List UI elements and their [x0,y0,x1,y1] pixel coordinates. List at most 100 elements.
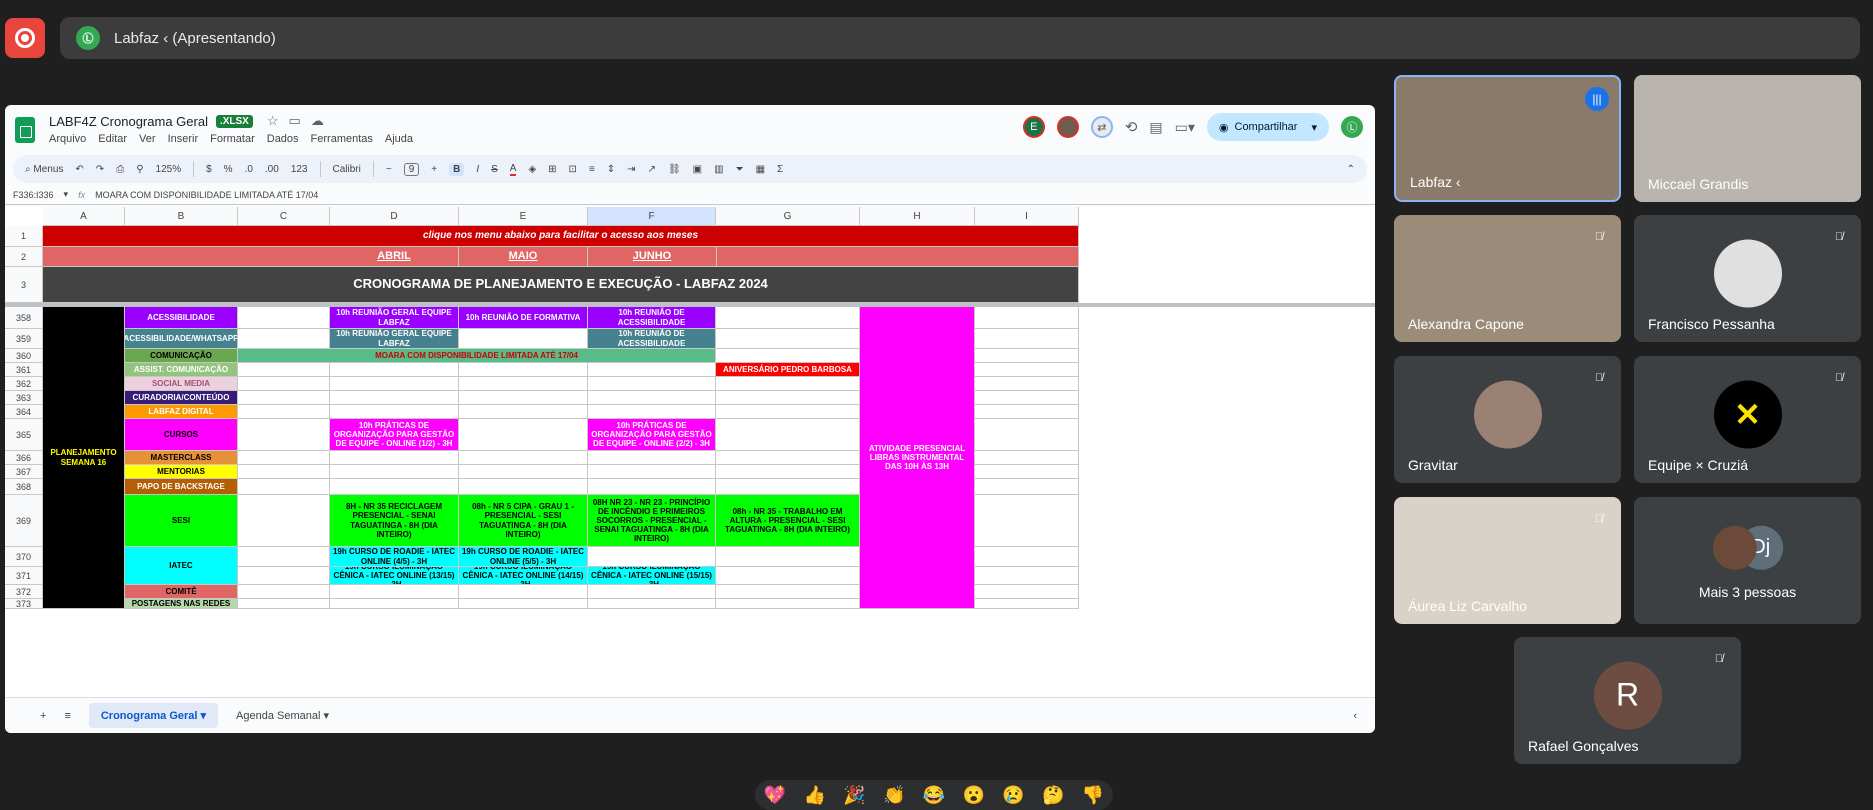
percent-button[interactable]: % [224,164,233,175]
cell-c-371[interactable] [238,567,330,585]
number-format-button[interactable]: 123 [291,164,308,175]
cell-i-368[interactable] [975,479,1079,495]
cell-g-360[interactable] [716,349,860,363]
col-header-d[interactable]: D [330,207,459,226]
cell-g-366[interactable] [716,451,860,465]
cell-e-362[interactable] [459,377,588,391]
row-label-363[interactable]: CURADORIA/CONTEÚDO [125,391,238,405]
all-sheets-icon[interactable]: ≡ [64,710,70,722]
row-header[interactable]: 368 [5,479,43,495]
cell-f-365[interactable]: 10h PRÁTICAS DE ORGANIZAÇÃO PARA GESTÃO … [588,419,716,451]
cell-g-364[interactable] [716,405,860,419]
bold-button[interactable]: B [449,162,465,176]
text-color-button[interactable]: A [509,163,517,176]
user-avatar-photo[interactable] [1056,116,1079,138]
cell-c-369[interactable] [238,495,330,547]
row-header[interactable]: 359 [5,329,43,349]
cell-g-372[interactable] [716,585,860,599]
row-header[interactable]: 364 [5,405,43,419]
cell-c-364[interactable] [238,405,330,419]
cell-f-373[interactable] [588,599,716,609]
participant-tile[interactable]: 🎙̸ Francisco Pessanha [1634,215,1861,342]
row-label-359[interactable]: ACESSIBILIDADE/WHATSAPP [125,329,238,349]
row-label-369[interactable]: SESI [125,495,238,547]
text-wrap-icon[interactable]: ⇥ [627,164,635,175]
cell-d-373[interactable] [330,599,459,609]
row-label-366[interactable]: MASTERCLASS [125,451,238,465]
menu-ver[interactable]: Ver [139,133,156,145]
cell-c-366[interactable] [238,451,330,465]
row-header[interactable]: 369 [5,495,43,547]
undo-icon[interactable]: ↶ [75,164,83,175]
cell-g-359[interactable] [716,329,860,349]
row-label-373[interactable]: POSTAGENS NAS REDES [125,599,238,609]
schedule-banner[interactable]: CRONOGRAMA DE PLANEJAMENTO E EXECUÇÃO - … [43,267,1079,303]
cell-d-369[interactable]: 8H - NR 35 RECICLAGEM PRESENCIAL - SENAI… [330,495,459,547]
row-header[interactable]: 361 [5,363,43,377]
user-avatar-e[interactable]: E [1022,116,1045,138]
text-rotate-icon[interactable]: ↗ [648,164,656,175]
cell-i-364[interactable] [975,405,1079,419]
cell-c-362[interactable] [238,377,330,391]
cell-c-372[interactable] [238,585,330,599]
font-size-input[interactable]: 9 [403,162,420,176]
col-header-i[interactable]: I [975,207,1079,226]
align-horizontal-icon[interactable]: ≡ [589,164,595,175]
row-label-367[interactable]: MENTORIAS [125,465,238,479]
row-header[interactable]: 367 [5,465,43,479]
col-header-e[interactable]: E [459,207,588,226]
font-size-plus[interactable]: + [431,164,437,175]
strikethrough-button[interactable]: S [491,164,498,175]
cell-i-360[interactable] [975,349,1079,363]
cell-f-364[interactable] [588,405,716,419]
cell-d-364[interactable] [330,405,459,419]
cell-i-362[interactable] [975,377,1079,391]
row-header[interactable]: 371 [5,567,43,585]
participant-tile[interactable]: Dj Mais 3 pessoas [1634,497,1861,624]
cell-d-372[interactable] [330,585,459,599]
italic-button[interactable]: I [476,164,479,175]
cell-f-367[interactable] [588,465,716,479]
row-label-368[interactable]: PAPO DE BACKSTAGE [125,479,238,495]
cell-c-361[interactable] [238,363,330,377]
row-header[interactable]: 365 [5,419,43,451]
borders-icon[interactable]: ⊞ [548,164,556,175]
merge-cells-icon[interactable]: ⊡ [569,164,577,175]
cell-f-359[interactable]: 10h REUNIÃO DE ACESSIBILIDADE [588,329,716,349]
star-icon[interactable]: ☆ [267,113,279,129]
cell-i-363[interactable] [975,391,1079,405]
tab-agenda-semanal[interactable]: Agenda Semanal ▾ [236,709,329,722]
redo-icon[interactable]: ↷ [96,164,104,175]
participant-tile[interactable]: 🎙̸ Gravitar [1394,356,1621,483]
participant-tile[interactable]: ||| Labfaz ‹ [1394,75,1621,202]
row-label-362[interactable]: SOCIAL MEDIA [125,377,238,391]
col-header-c[interactable]: C [238,207,330,226]
menu-ferramentas[interactable]: Ferramentas [311,133,373,145]
cell-g-365[interactable] [716,419,860,451]
cell-d-370[interactable]: 19h CURSO DE ROADIE - IATEC ONLINE (4/5)… [330,547,459,567]
menu-editar[interactable]: Editar [98,133,127,145]
account-avatar[interactable]: Ⓛ [1341,116,1363,138]
filter-views-icon[interactable]: ▦ [756,164,765,175]
cell-grid[interactable]: A B C D E F G H I 1 2 3 clique nos menu abaixo para … [5,207,1375,697]
reaction-emoji[interactable]: 🎉 [843,785,865,806]
formula-input[interactable]: MOARA COM DISPONIBILIDADE LIMITADA ATÉ 1… [95,190,318,200]
cell-d-358[interactable]: 10h REUNIÃO GERAL EQUIPE LABFAZ [330,307,459,329]
cell-f-368[interactable] [588,479,716,495]
tab-cronograma-geral[interactable]: Cronograma Geral ▾ [88,703,219,728]
filter-icon[interactable]: ⏷ [736,164,744,175]
cell-i-372[interactable] [975,585,1079,599]
name-box[interactable]: F336:I336 [13,190,54,200]
cell-f-370[interactable] [588,547,716,567]
row-header[interactable]: 360 [5,349,43,363]
insert-chart-icon[interactable]: ▥ [714,164,723,175]
cell-e-363[interactable] [459,391,588,405]
cell-g-361[interactable]: ANIVERSÁRIO PEDRO BARBOSA [716,363,860,377]
row-label-360[interactable]: COMUNICAÇÃO [125,349,238,363]
week-label[interactable]: PLANEJAMENTO SEMANA 16 [43,307,125,609]
cell-f-358[interactable]: 10h REUNIÃO DE ACESSIBILIDADE [588,307,716,329]
cell-e-371[interactable]: 19h CURSO ILUMINAÇÃO CÊNICA - IATEC ONLI… [459,567,588,585]
reaction-emoji[interactable]: 🤔 [1042,785,1064,806]
cell-d-363[interactable] [330,391,459,405]
cell-comunicacao-note[interactable]: MOARA COM DISPONIBILIDADE LIMITADA ATÉ 1… [238,349,716,363]
